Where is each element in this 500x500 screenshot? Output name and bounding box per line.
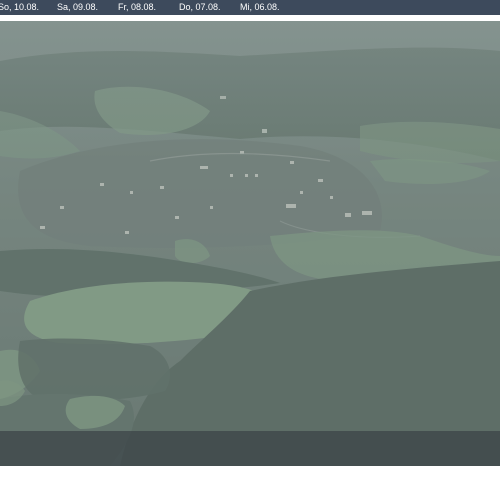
day-tab-wednesday[interactable]: Mi, 06.08. xyxy=(240,0,280,15)
day-tab-sunday[interactable]: So, 10.08. xyxy=(0,0,39,15)
page-background xyxy=(0,466,500,500)
day-tab-saturday[interactable]: Sa, 09.08. xyxy=(57,0,98,15)
day-tab-thursday[interactable]: Do, 07.08. xyxy=(179,0,221,15)
webcam-image xyxy=(0,21,500,466)
day-tab-friday[interactable]: Fr, 08.08. xyxy=(118,0,156,15)
day-selector-bar: So, 10.08. Sa, 09.08. Fr, 08.08. Do, 07.… xyxy=(0,0,500,15)
landscape-view xyxy=(0,21,500,466)
webcam-bottom-overlay xyxy=(0,431,500,466)
